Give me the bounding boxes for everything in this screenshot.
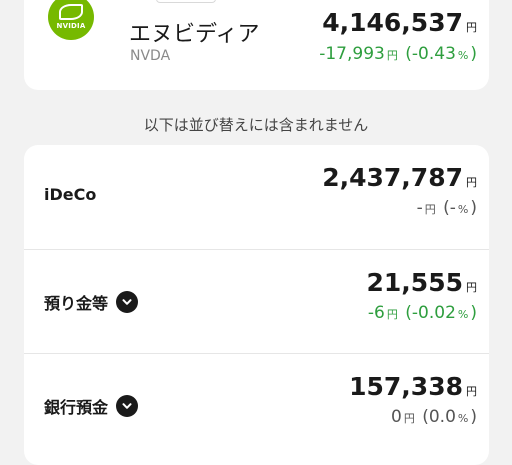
logo-tab (156, 0, 216, 3)
yen-unit: 円 (466, 21, 477, 34)
sort-exclusion-notice: 以下は並び替えには含まれません (143, 116, 369, 134)
open-paren: ( (405, 303, 412, 323)
close-paren: ) (470, 303, 477, 323)
row-label-text: 銀行預金 (44, 398, 109, 417)
row-label-text: 預り金等 (44, 294, 109, 313)
yen-unit: 円 (386, 49, 398, 62)
change-pct: - (449, 198, 456, 218)
open-paren: ( (422, 407, 429, 427)
percent-sign: % (457, 412, 469, 425)
change-value: -6 (367, 303, 385, 323)
percent-sign: % (457, 308, 469, 321)
change-value: - (416, 198, 423, 218)
nvidia-logo: NVIDIA (48, 0, 94, 40)
yen-unit: 円 (386, 308, 398, 321)
close-paren: ) (470, 198, 477, 218)
change-value: -17,993 (319, 44, 385, 64)
percent-sign: % (457, 203, 469, 216)
row-label: 銀行預金 (44, 394, 139, 418)
open-paren: ( (443, 198, 450, 218)
yen-unit: 円 (403, 412, 415, 425)
holding-change: -17,993 円 (-0.43%) (319, 44, 477, 64)
change-pct: -0.02 (411, 303, 456, 323)
close-paren: ) (470, 44, 477, 64)
nvidia-eye-icon (59, 4, 83, 20)
chevron-down-icon[interactable] (116, 291, 139, 313)
holding-card-nvda[interactable]: NVIDIA エヌビディア NVDA 4,146,537 円 -17,993 円 (… (24, 0, 489, 90)
row-label: 預り金等 (44, 290, 139, 314)
row-label: iDeCo (44, 185, 96, 204)
change-value: 0 (390, 407, 402, 427)
row-change: -円 (-%) (417, 198, 477, 218)
change-pct: -0.43 (411, 44, 456, 64)
open-paren: ( (405, 44, 412, 64)
stock-ticker: NVDA (130, 48, 171, 64)
holding-amount-value: 4,146,537 (322, 8, 463, 37)
change-pct: 0.0 (428, 407, 456, 427)
close-paren: ) (470, 407, 477, 427)
row-amount: 157,338 円 (349, 372, 477, 401)
row-label-text: iDeCo (44, 185, 97, 204)
logo-text: NVIDIA (56, 22, 86, 30)
row-amount: 2,437,787 円 (322, 163, 477, 192)
yen-unit: 円 (466, 385, 477, 398)
asset-row-ideco[interactable]: iDeCo 2,437,787 円 -円 (-%) (24, 145, 489, 249)
row-amount: 21,555 円 (367, 268, 477, 297)
yen-unit: 円 (424, 203, 436, 216)
row-amount-value: 2,437,787 (322, 163, 463, 192)
other-assets-card: iDeCo 2,437,787 円 -円 (-%) 預り金等 21,555 円 -6… (24, 145, 489, 465)
holding-amount: 4,146,537 円 (322, 8, 477, 37)
chevron-down-icon[interactable] (116, 395, 139, 417)
row-change: -6 円 (-0.02%) (368, 303, 477, 323)
asset-row-deposits[interactable]: 預り金等 21,555 円 -6 円 (-0.02%) (24, 249, 489, 354)
row-amount-value: 157,338 (349, 372, 463, 401)
percent-sign: % (457, 49, 469, 62)
row-amount-value: 21,555 (366, 268, 463, 297)
yen-unit: 円 (466, 281, 477, 294)
row-change: 0円 (0.0%) (391, 407, 477, 427)
yen-unit: 円 (466, 176, 477, 189)
stock-name: エヌビディア (129, 22, 260, 47)
asset-row-bank[interactable]: 銀行預金 157,338 円 0円 (0.0%) (24, 353, 489, 458)
